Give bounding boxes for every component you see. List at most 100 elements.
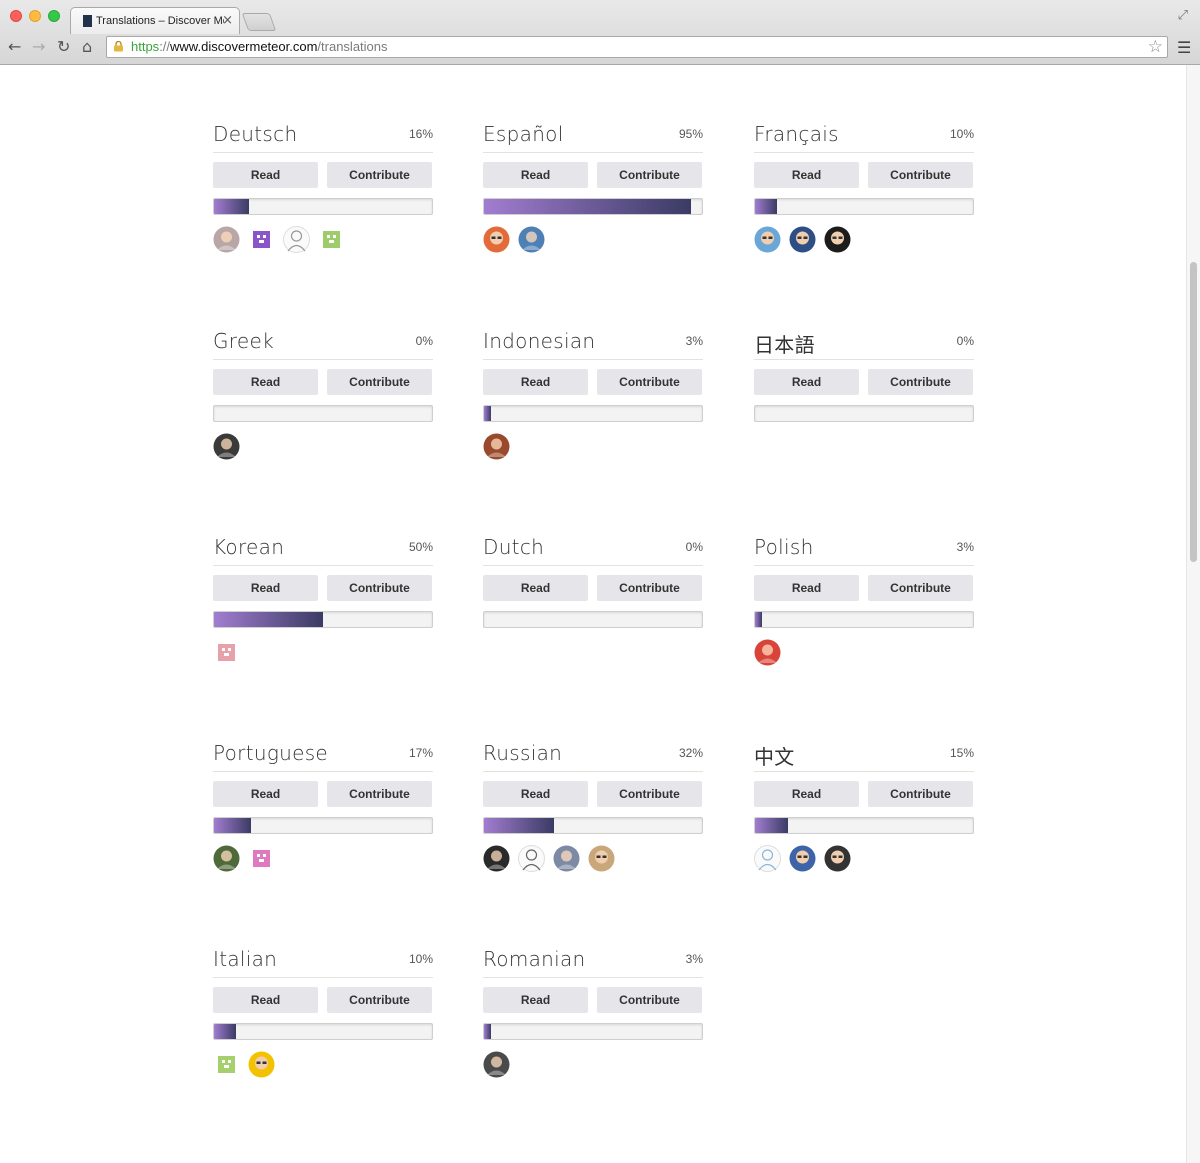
contribute-button[interactable]: Contribute <box>868 781 973 807</box>
divider <box>213 977 433 978</box>
contributor-avatar[interactable] <box>754 226 781 253</box>
contributor-avatar[interactable] <box>213 845 240 872</box>
tab-close-icon[interactable]: × <box>222 13 233 28</box>
progress-percent: 0% <box>956 334 974 348</box>
contributor-avatar[interactable] <box>248 226 275 253</box>
translation-card: Korean 50% Read Contribute <box>213 535 433 675</box>
contribute-button[interactable]: Contribute <box>327 575 432 601</box>
browser-tab[interactable]: Translations – Discover Meteor × <box>70 7 240 34</box>
contributor-avatar[interactable] <box>213 433 240 460</box>
contributor-avatar[interactable] <box>483 433 510 460</box>
contributor-avatar[interactable] <box>213 639 240 666</box>
contribute-button[interactable]: Contribute <box>327 162 432 188</box>
contributor-avatar[interactable] <box>213 226 240 253</box>
contribute-button[interactable]: Contribute <box>868 162 973 188</box>
read-button[interactable]: Read <box>213 575 318 601</box>
close-window-button[interactable] <box>10 10 22 22</box>
contribute-button[interactable]: Contribute <box>597 987 702 1013</box>
contributor-avatar[interactable] <box>483 1051 510 1078</box>
progress-fill <box>484 199 692 214</box>
translation-card: Español 95% Read Contribute <box>483 122 703 262</box>
progress-bar <box>213 1023 433 1040</box>
read-button[interactable]: Read <box>483 369 588 395</box>
translation-card: Portuguese 17% Read Contribute <box>213 741 433 881</box>
contribute-button[interactable]: Contribute <box>327 781 432 807</box>
address-bar[interactable]: https://www.discovermeteor.com/translati… <box>106 36 1168 58</box>
divider <box>754 771 974 772</box>
contributor-avatar[interactable] <box>754 845 781 872</box>
progress-percent: 10% <box>408 952 433 966</box>
tab-title: Translations – Discover Meteor <box>96 15 224 27</box>
language-name: Italian <box>213 947 278 971</box>
contribute-button[interactable]: Contribute <box>597 162 702 188</box>
language-name: Dutch <box>483 535 545 559</box>
contributor-avatar[interactable] <box>518 226 545 253</box>
contribute-button[interactable]: Contribute <box>597 369 702 395</box>
contributor-avatar[interactable] <box>283 226 310 253</box>
progress-fill <box>214 1024 236 1039</box>
read-button[interactable]: Read <box>213 369 318 395</box>
contributor-avatar[interactable] <box>789 845 816 872</box>
contributor-avatar[interactable] <box>824 226 851 253</box>
reload-icon[interactable]: ↻ <box>57 39 70 55</box>
contribute-button[interactable]: Contribute <box>327 987 432 1013</box>
language-name: Polish <box>754 535 814 559</box>
contributor-avatar[interactable] <box>483 226 510 253</box>
read-button[interactable]: Read <box>483 987 588 1013</box>
progress-bar <box>754 405 974 422</box>
progress-bar <box>483 817 703 834</box>
read-button[interactable]: Read <box>754 781 859 807</box>
progress-fill <box>755 612 762 627</box>
read-button[interactable]: Read <box>213 781 318 807</box>
minimize-window-button[interactable] <box>29 10 41 22</box>
translation-card: Dutch 0% Read Contribute <box>483 535 703 675</box>
progress-fill <box>755 818 788 833</box>
divider <box>754 152 974 153</box>
home-icon[interactable]: ⌂ <box>82 39 92 55</box>
scrollbar[interactable] <box>1186 65 1200 1163</box>
progress-percent: 10% <box>949 127 974 141</box>
contribute-button[interactable]: Contribute <box>868 369 973 395</box>
divider <box>483 977 703 978</box>
star-icon[interactable]: ☆ <box>1148 37 1163 57</box>
contributor-avatar[interactable] <box>248 845 275 872</box>
contributor-avatar[interactable] <box>213 1051 240 1078</box>
language-name: Indonesian <box>483 329 596 353</box>
zoom-window-button[interactable] <box>48 10 60 22</box>
progress-bar <box>483 1023 703 1040</box>
progress-percent: 3% <box>956 540 974 554</box>
progress-bar <box>213 817 433 834</box>
translation-card: Romanian 3% Read Contribute <box>483 947 703 1087</box>
new-tab-button[interactable] <box>241 13 277 31</box>
language-name: 中文 <box>754 745 795 769</box>
contributor-avatar[interactable] <box>824 845 851 872</box>
read-button[interactable]: Read <box>483 781 588 807</box>
progress-percent: 3% <box>685 334 703 348</box>
contribute-button[interactable]: Contribute <box>597 781 702 807</box>
read-button[interactable]: Read <box>754 162 859 188</box>
contributor-avatar[interactable] <box>248 1051 275 1078</box>
contributor-avatar[interactable] <box>318 226 345 253</box>
read-button[interactable]: Read <box>754 369 859 395</box>
contributor-avatar[interactable] <box>588 845 615 872</box>
contributor-avatar[interactable] <box>518 845 545 872</box>
read-button[interactable]: Read <box>213 162 318 188</box>
read-button[interactable]: Read <box>483 575 588 601</box>
menu-icon[interactable]: ☰ <box>1177 38 1191 57</box>
scrollbar-thumb[interactable] <box>1190 262 1197 562</box>
read-button[interactable]: Read <box>754 575 859 601</box>
forward-icon[interactable]: → <box>32 39 45 55</box>
contribute-button[interactable]: Contribute <box>597 575 702 601</box>
contributor-avatar[interactable] <box>754 639 781 666</box>
read-button[interactable]: Read <box>483 162 588 188</box>
fullscreen-icon[interactable]: ⤢ <box>1178 8 1188 23</box>
divider <box>483 771 703 772</box>
contributor-avatar[interactable] <box>789 226 816 253</box>
contributor-avatar[interactable] <box>553 845 580 872</box>
contribute-button[interactable]: Contribute <box>868 575 973 601</box>
contributor-avatar[interactable] <box>483 845 510 872</box>
translation-card: 中文 15% Read Contribute <box>754 741 974 881</box>
back-icon[interactable]: ← <box>8 39 21 55</box>
read-button[interactable]: Read <box>213 987 318 1013</box>
contribute-button[interactable]: Contribute <box>327 369 432 395</box>
